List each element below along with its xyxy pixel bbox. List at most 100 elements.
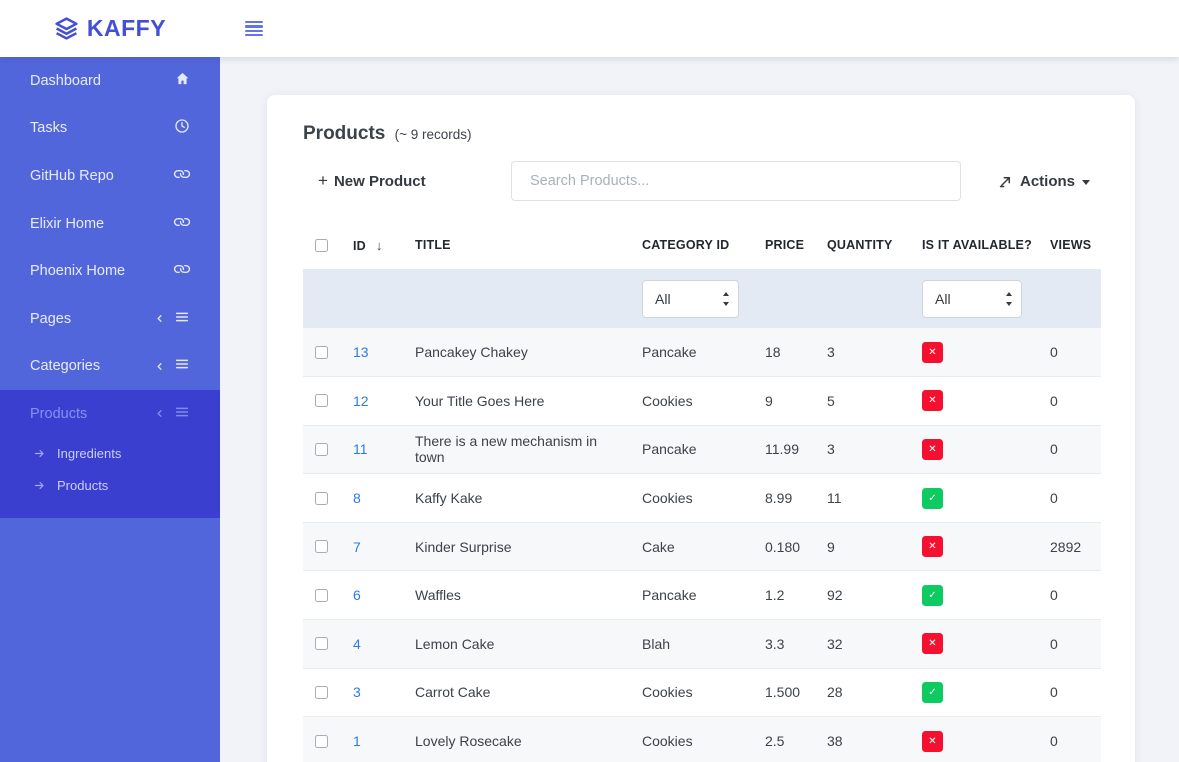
row-id-link[interactable]: 4 — [353, 636, 361, 652]
actions-label: Actions — [1020, 173, 1075, 190]
sidebar-item-dashboard[interactable]: Dashboard — [0, 57, 220, 105]
row-checkbox[interactable] — [315, 346, 328, 359]
new-product-button[interactable]: + New Product — [303, 171, 511, 191]
sidebar-group-products: Products Ingredients Products — [0, 390, 220, 518]
row-id-link[interactable]: 12 — [353, 393, 369, 409]
row-checkbox[interactable] — [315, 443, 328, 456]
arrow-right-icon — [33, 447, 46, 460]
products-card: Products (~ 9 records) + New Product Act… — [267, 95, 1135, 762]
column-header-quantity[interactable]: QUANTITY — [815, 221, 910, 269]
row-id-link[interactable]: 8 — [353, 490, 361, 506]
row-id-link[interactable]: 7 — [353, 539, 361, 555]
row-title: There is a new mechanism in town — [403, 425, 630, 474]
sidebar-item-label: Dashboard — [30, 73, 101, 89]
row-checkbox[interactable] — [315, 637, 328, 650]
main-content: Products (~ 9 records) + New Product Act… — [220, 0, 1179, 762]
row-id-cell: 3 — [341, 668, 403, 717]
row-id-link[interactable]: 11 — [353, 441, 368, 457]
sidebar-item-label: GitHub Repo — [30, 168, 114, 184]
row-title: Your Title Goes Here — [403, 377, 630, 426]
category-filter-select[interactable]: All — [642, 280, 739, 318]
row-views: 0 — [1038, 620, 1101, 669]
sidebar-item-products[interactable]: Products — [0, 390, 220, 438]
availability-badge: ✕ — [922, 731, 943, 752]
row-views: 0 — [1038, 328, 1101, 377]
row-id-cell: 7 — [341, 522, 403, 571]
clock-icon — [174, 118, 190, 138]
row-id-link[interactable]: 6 — [353, 587, 361, 603]
row-category: Pancake — [630, 571, 753, 620]
sidebar-item-phoenix-home[interactable]: Phoenix Home — [0, 247, 220, 295]
filter-row: All All — [303, 269, 1101, 328]
sidebar-subitem-ingredients[interactable]: Ingredients — [0, 438, 220, 470]
row-available-cell: ✕ — [910, 377, 1038, 426]
row-price: 9 — [753, 377, 815, 426]
sidebar-subitem-label: Ingredients — [57, 446, 121, 461]
table-row: 4 Lemon Cake Blah 3.3 32 ✕ 0 — [303, 620, 1101, 669]
row-id-cell: 1 — [341, 717, 403, 762]
availability-badge: ✓ — [922, 585, 943, 606]
row-checkbox[interactable] — [315, 735, 328, 748]
row-checkbox[interactable] — [315, 492, 328, 505]
layers-icon — [54, 16, 79, 41]
sidebar-item-label: Tasks — [30, 120, 67, 136]
row-id-cell: 11 — [341, 425, 403, 474]
category-filter: All — [642, 280, 739, 318]
row-price: 1.2 — [753, 571, 815, 620]
toolbar: + New Product Actions — [303, 161, 1101, 201]
sidebar-subitem-products[interactable]: Products — [0, 470, 220, 502]
available-filter-select[interactable]: All — [922, 280, 1022, 318]
row-quantity: 28 — [815, 668, 910, 717]
column-header-category[interactable]: CATEGORY ID — [630, 221, 753, 269]
row-category: Cookies — [630, 668, 753, 717]
row-category: Blah — [630, 620, 753, 669]
row-checkbox[interactable] — [315, 540, 328, 553]
row-views: 0 — [1038, 668, 1101, 717]
row-id-link[interactable]: 13 — [353, 344, 369, 360]
row-id-link[interactable]: 1 — [353, 733, 361, 749]
row-price: 3.3 — [753, 620, 815, 669]
table-row: 3 Carrot Cake Cookies 1.500 28 ✓ 0 — [303, 668, 1101, 717]
sidebar-item-tasks[interactable]: Tasks — [0, 105, 220, 153]
page-title: Products (~ 9 records) — [303, 123, 1101, 145]
sidebar-item-elixir-home[interactable]: Elixir Home — [0, 200, 220, 248]
row-title: Waffles — [403, 571, 630, 620]
row-category: Cookies — [630, 717, 753, 762]
menu-icon — [174, 356, 190, 376]
sidebar-item-pages[interactable]: Pages — [0, 295, 220, 343]
table-row: 13 Pancakey Chakey Pancake 18 3 ✕ 0 — [303, 328, 1101, 377]
search-input[interactable] — [511, 161, 961, 201]
column-header-title[interactable]: TITLE — [403, 221, 630, 269]
column-header-id[interactable]: ID↓ — [341, 221, 403, 269]
row-checkbox[interactable] — [315, 589, 328, 602]
sidebar-subitem-label: Products — [57, 478, 108, 493]
row-price: 0.180 — [753, 522, 815, 571]
column-header-views[interactable]: VIEWS — [1038, 221, 1101, 269]
home-icon — [175, 71, 190, 90]
availability-badge: ✓ — [922, 682, 943, 703]
select-all-checkbox[interactable] — [315, 239, 328, 252]
row-checkbox[interactable] — [315, 394, 328, 407]
row-id-link[interactable]: 3 — [353, 684, 361, 700]
row-price: 18 — [753, 328, 815, 377]
actions-dropdown-button[interactable]: Actions — [998, 173, 1090, 190]
row-available-cell: ✕ — [910, 328, 1038, 377]
column-header-price[interactable]: PRICE — [753, 221, 815, 269]
row-id-cell: 8 — [341, 474, 403, 523]
caret-down-icon — [1082, 180, 1090, 185]
row-category: Pancake — [630, 425, 753, 474]
records-count: (~ 9 records) — [395, 127, 472, 142]
hamburger-icon[interactable] — [245, 21, 263, 36]
row-views: 0 — [1038, 474, 1101, 523]
chevron-left-icon — [154, 408, 165, 419]
column-header-available[interactable]: IS IT AVAILABLE? — [910, 221, 1038, 269]
table-row: 7 Kinder Surprise Cake 0.180 9 ✕ 2892 — [303, 522, 1101, 571]
availability-badge: ✕ — [922, 439, 943, 460]
logo[interactable]: KAFFY — [0, 15, 220, 42]
row-checkbox[interactable] — [315, 686, 328, 699]
row-category: Cookies — [630, 474, 753, 523]
table-row: 1 Lovely Rosecake Cookies 2.5 38 ✕ 0 — [303, 717, 1101, 762]
row-checkbox-cell — [303, 522, 341, 571]
sidebar-item-categories[interactable]: Categories — [0, 343, 220, 391]
sidebar-item-github-repo[interactable]: GitHub Repo — [0, 152, 220, 200]
